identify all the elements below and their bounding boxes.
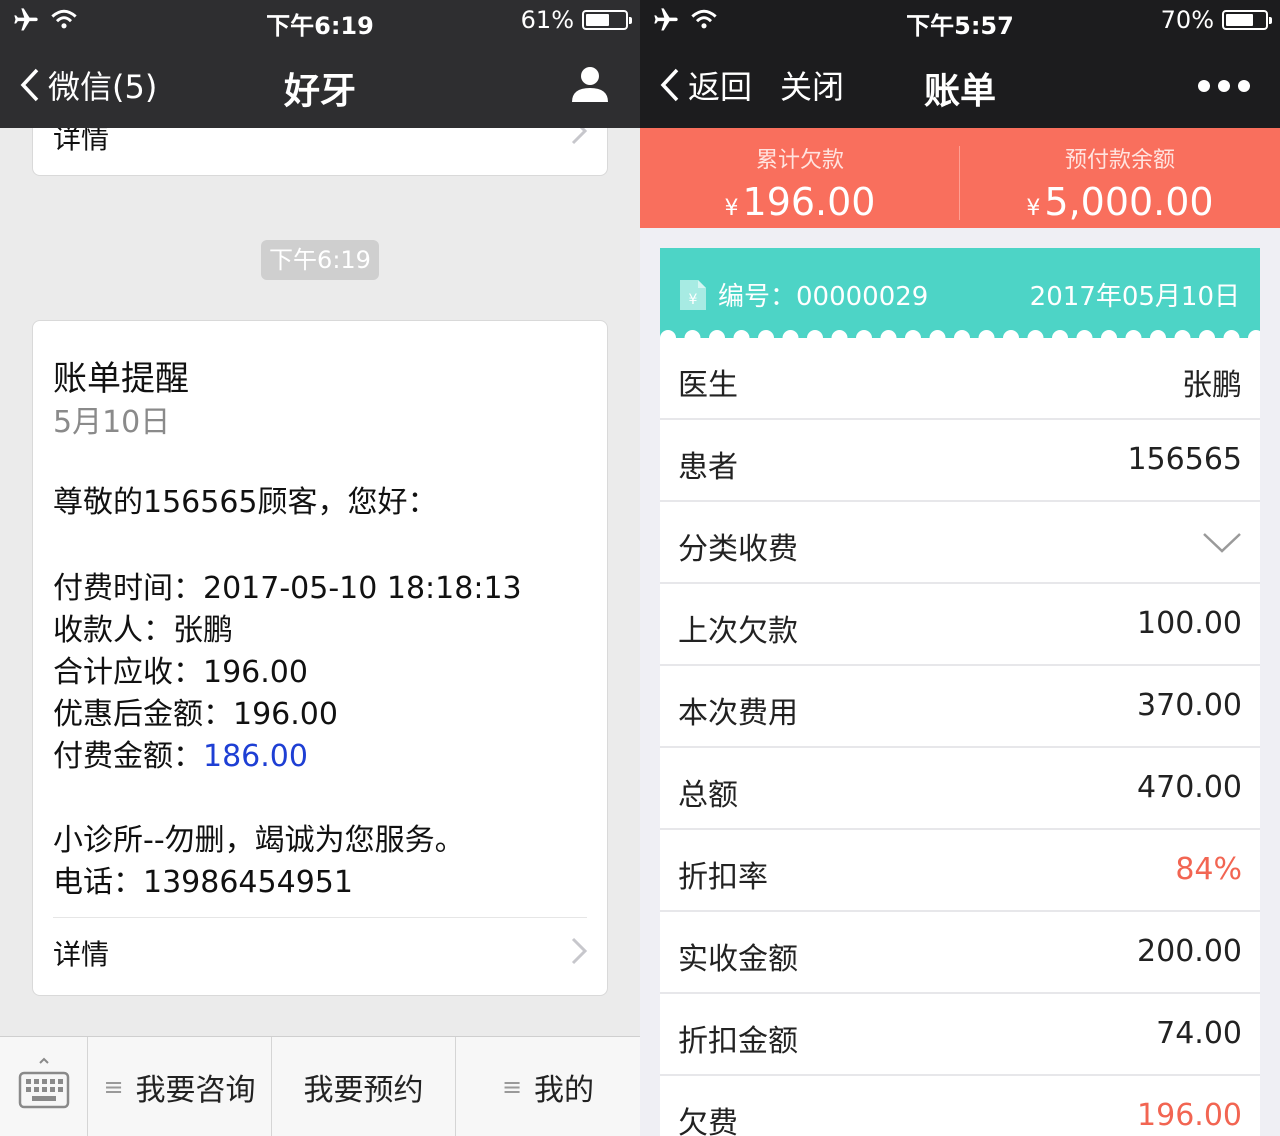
prepaid-summary: 预付款余额 ¥5,000.00	[960, 128, 1280, 228]
paid-amount-value: 186.00	[203, 739, 308, 774]
row-key: 折扣金额	[678, 1024, 798, 1059]
row-value: 84%	[1175, 852, 1242, 887]
menu-appointment-button[interactable]: 我要预约	[272, 1037, 456, 1136]
debt-amount: ¥196.00	[640, 180, 960, 224]
greeting-text: 尊敬的156565顾客，您好：	[53, 485, 438, 520]
more-options-icon[interactable]	[1198, 80, 1250, 92]
wechat-chat-panel: 详情 下午6:19 61% 微信(5) 好牙 下午6:19 账单提醒 5月10日…	[0, 0, 640, 1136]
row-value: 156565	[1127, 442, 1242, 477]
svg-text:¥: ¥	[689, 292, 698, 308]
row-category-fees[interactable]: 分类收费	[660, 502, 1260, 584]
right-top-bar: 下午5:57 70% 返回 关闭 账单	[640, 0, 1280, 128]
card-title: 账单提醒	[53, 359, 189, 399]
row-key: 本次费用	[678, 696, 798, 731]
service-menu-bar: ≡ 我要咨询 我要预约 ≡ 我的	[0, 1036, 640, 1136]
row-key: 折扣率	[678, 860, 768, 895]
keyboard-toggle-button[interactable]	[0, 1037, 88, 1136]
row-discount-amount: 折扣金额 74.00	[660, 994, 1260, 1076]
divider	[53, 917, 587, 918]
chevron-down-icon[interactable]	[1202, 532, 1242, 554]
battery-icon	[1222, 10, 1272, 30]
row-previous-debt: 上次欠款 100.00	[660, 584, 1260, 666]
total-due-text: 合计应收：196.00	[53, 655, 308, 690]
row-key: 医生	[678, 368, 738, 403]
battery-percent: 61%	[520, 6, 574, 34]
menu-mine-label: 我的	[534, 1073, 595, 1108]
row-patient: 患者 156565	[660, 420, 1260, 502]
receipt-icon: ¥	[680, 280, 706, 310]
status-bar: 下午6:19 61%	[0, 0, 640, 42]
row-key: 总额	[678, 778, 738, 813]
prepaid-value: 5,000.00	[1044, 180, 1214, 224]
row-value: 470.00	[1137, 770, 1242, 805]
row-actual-received: 实收金额 200.00	[660, 912, 1260, 994]
bill-reminder-card[interactable]: 账单提醒 5月10日 尊敬的156565顾客，您好： 付费时间：2017-05-…	[32, 320, 608, 996]
card-date: 5月10日	[53, 405, 171, 440]
row-key: 患者	[678, 450, 738, 485]
bill-date: 2017年05月10日	[1029, 282, 1240, 312]
detail-link[interactable]: 详情	[53, 933, 109, 973]
keyboard-icon	[18, 1057, 70, 1109]
prepaid-currency: ¥	[1026, 196, 1041, 221]
row-current-fee: 本次费用 370.00	[660, 666, 1260, 748]
bill-header: ¥ 编号：00000029 2017年05月10日	[660, 248, 1260, 338]
bill-detail-panel: 下午5:57 70% 返回 关闭 账单 累计欠款 ¥196.00 预付款余额 ¥…	[640, 0, 1280, 1136]
paid-amount-line: 付费金额：186.00	[53, 731, 308, 775]
debt-label: 累计欠款	[755, 148, 844, 173]
payee-text: 收款人：张鹏	[53, 613, 233, 648]
user-profile-icon[interactable]	[570, 64, 610, 104]
paid-amount-label: 付费金额：	[53, 739, 203, 774]
page-title: 好牙	[283, 71, 356, 112]
page-title: 账单	[923, 71, 996, 112]
after-discount-text: 优惠后金额：196.00	[53, 697, 338, 732]
battery-icon	[582, 10, 632, 30]
prepaid-amount: ¥5,000.00	[960, 180, 1280, 224]
account-summary: 累计欠款 ¥196.00 预付款余额 ¥5,000.00	[640, 128, 1280, 228]
phone-text: 电话：13986454951	[53, 865, 353, 900]
menu-consult-label: 我要咨询	[135, 1073, 256, 1108]
row-value: 196.00	[1137, 1098, 1242, 1133]
row-value: 100.00	[1137, 606, 1242, 641]
row-value: 370.00	[1137, 688, 1242, 723]
navigation-bar: 微信(5) 好牙	[0, 42, 640, 128]
row-total: 总额 470.00	[660, 748, 1260, 830]
debt-value: 196.00	[742, 180, 876, 224]
row-value: 74.00	[1156, 1016, 1242, 1051]
debt-currency: ¥	[724, 196, 739, 221]
navigation-bar: 返回 关闭 账单	[640, 42, 1280, 128]
row-value: 200.00	[1137, 934, 1242, 969]
battery-percent: 70%	[1160, 6, 1214, 34]
menu-mine-button[interactable]: ≡ 我的	[456, 1037, 640, 1136]
status-bar: 下午5:57 70%	[640, 0, 1280, 42]
menu-appointment-label: 我要预约	[303, 1073, 424, 1108]
bill-rows: 医生 张鹏 患者 156565 分类收费 上次欠款 100.00 本次费用 370.00…	[660, 338, 1260, 1136]
chevron-right-icon	[571, 937, 587, 965]
row-key: 欠费	[678, 1106, 738, 1136]
row-discount-rate: 折扣率 84%	[660, 830, 1260, 912]
left-top-bar: 下午6:19 61% 微信(5) 好牙	[0, 0, 640, 128]
row-arrears: 欠费 196.00	[660, 1076, 1260, 1136]
clinic-text: 小诊所--勿删，竭诚为您服务。	[53, 823, 465, 858]
bill-number: 编号：00000029	[718, 282, 929, 312]
row-key: 上次欠款	[678, 614, 798, 649]
scallop-edge	[660, 326, 1260, 338]
row-value: 张鹏	[1182, 368, 1242, 403]
row-key: 实收金额	[678, 942, 798, 977]
debt-summary: 累计欠款 ¥196.00	[640, 128, 960, 228]
pay-time-text: 付费时间：2017-05-10 18:18:13	[53, 571, 522, 606]
row-doctor: 医生 张鹏	[660, 338, 1260, 420]
menu-consult-button[interactable]: ≡ 我要咨询	[88, 1037, 272, 1136]
menu-lines-icon: ≡	[501, 1073, 523, 1101]
menu-lines-icon: ≡	[103, 1073, 124, 1101]
message-time-badge: 下午6:19	[261, 240, 379, 280]
prepaid-label: 预付款余额	[1064, 148, 1175, 173]
row-key: 分类收费	[678, 532, 798, 567]
